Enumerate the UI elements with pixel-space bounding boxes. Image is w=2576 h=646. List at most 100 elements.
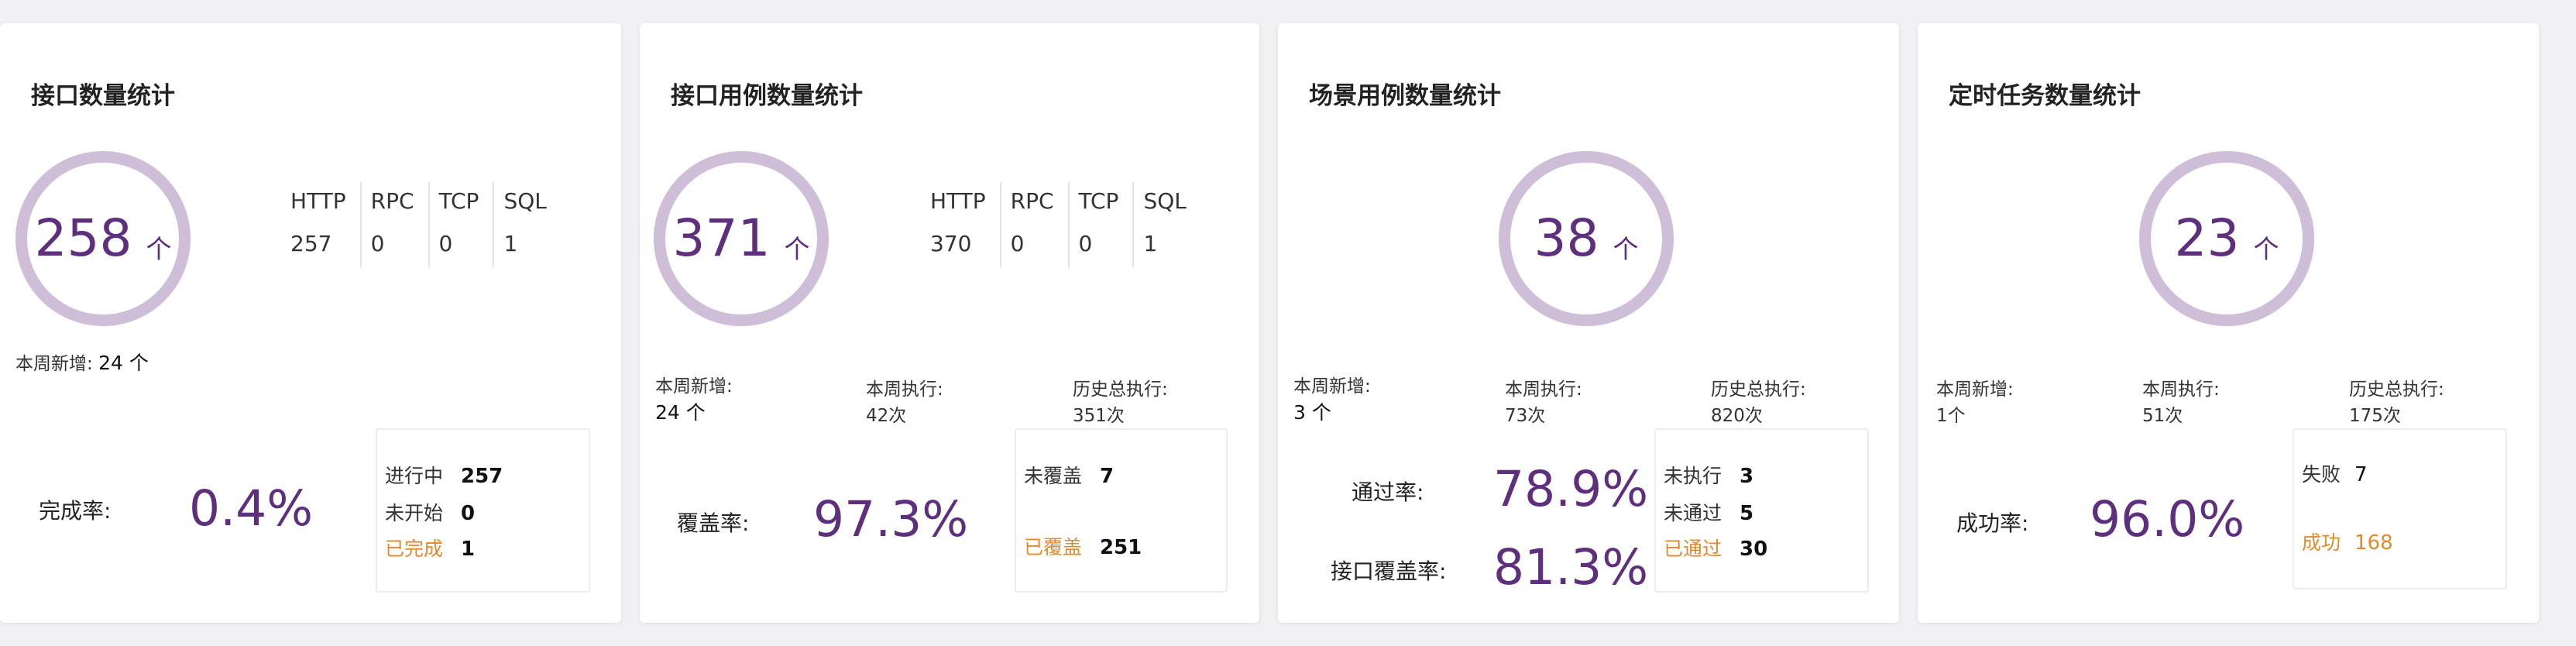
status-box: 未覆盖 7 已覆盖 251 — [1015, 428, 1228, 593]
status-label: 未执行 — [1664, 465, 1722, 487]
card-title: 接口用例数量统计 — [671, 82, 863, 110]
status-succeeded: 成功 168 — [2302, 527, 2393, 555]
count-value: 371 — [672, 208, 771, 268]
status-covered: 已覆盖 251 — [1024, 532, 1142, 560]
status-label: 已覆盖 — [1024, 536, 1083, 558]
pass-rate-label: 通过率: — [1352, 479, 1424, 505]
status-value: 7 — [1100, 465, 1115, 488]
protocol-table: HTTP RPC TCP SQL 257 0 0 1 — [290, 182, 561, 267]
protocol-sql-header: SQL — [1132, 182, 1200, 225]
history-exec-label: 历史总执行: — [1711, 380, 1806, 400]
protocol-sql-value: 1 — [1132, 225, 1200, 267]
protocol-rpc-header: RPC — [999, 182, 1069, 225]
status-failed: 失败 7 — [2302, 459, 2368, 487]
weekly-new: 本周新增: 24 个 — [655, 373, 733, 427]
protocol-rpc-header: RPC — [359, 182, 429, 225]
success-rate-value: 96.0% — [2090, 491, 2245, 548]
history-exec-value: 351次 — [1073, 406, 1125, 426]
protocol-sql-header: SQL — [493, 182, 561, 225]
status-label: 进行中 — [385, 465, 444, 487]
card-title: 场景用例数量统计 — [1309, 82, 1501, 110]
status-label: 失败 — [2302, 463, 2341, 486]
protocol-value-row: 257 0 0 1 — [290, 225, 561, 267]
success-rate-label: 成功率: — [1956, 510, 2029, 536]
weekly-new-label: 本周新增: — [1936, 380, 2014, 400]
weekly-exec-value: 42次 — [866, 406, 907, 426]
protocol-rpc-value: 0 — [999, 225, 1069, 267]
card-title: 定时任务数量统计 — [1949, 82, 2141, 110]
card-api-count: 接口数量统计 258 个 HTTP RPC TCP SQL 257 0 0 1 … — [0, 23, 621, 623]
weekly-exec-value: 73次 — [1505, 406, 1546, 426]
completion-rate-label: 完成率: — [39, 498, 112, 524]
protocol-value-row: 370 0 0 1 — [930, 225, 1200, 267]
api-coverage-rate-value: 81.3% — [1493, 539, 1649, 596]
status-in-progress: 进行中 257 — [385, 461, 503, 489]
status-label: 已完成 — [385, 538, 444, 560]
history-exec: 历史总执行: 175次 — [2349, 376, 2444, 429]
completion-rate-value: 0.4% — [189, 480, 314, 537]
card-scheduled-task-count: 定时任务数量统计 23 个 本周新增: 1个 本周执行: 51次 历史总执行: … — [1918, 23, 2539, 623]
status-box: 未执行 3 未通过 5 已通过 30 — [1654, 428, 1869, 593]
status-value: 5 — [1740, 502, 1754, 525]
protocol-tcp-value: 0 — [428, 225, 494, 267]
protocol-rpc-value: 0 — [359, 225, 429, 267]
protocol-http-value: 370 — [930, 231, 972, 256]
protocol-http-value: 257 — [290, 231, 332, 256]
protocol-http-header: HTTP — [290, 188, 346, 214]
weekly-exec: 本周执行: 73次 — [1505, 376, 1582, 429]
status-uncovered: 未覆盖 7 — [1024, 461, 1114, 489]
status-label: 成功 — [2302, 531, 2341, 554]
status-not-executed: 未执行 3 — [1664, 461, 1753, 489]
protocol-table: HTTP RPC TCP SQL 370 0 0 1 — [930, 182, 1200, 267]
weekly-new-value: 24 个 — [655, 401, 706, 424]
coverage-rate-label: 覆盖率: — [677, 510, 750, 536]
status-value: 1 — [461, 538, 476, 561]
api-coverage-rate-label: 接口覆盖率: — [1331, 558, 1447, 584]
count-unit: 个 — [1613, 234, 1639, 264]
status-value: 257 — [461, 465, 503, 488]
weekly-exec-label: 本周执行: — [866, 380, 943, 400]
history-exec-value: 175次 — [2349, 406, 2401, 426]
status-completed: 已完成 1 — [385, 534, 475, 562]
count-value: 23 — [2174, 208, 2240, 268]
coverage-rate-value: 97.3% — [813, 491, 969, 548]
count-ring: 258 个 — [15, 151, 191, 326]
protocol-http-header: HTTP — [930, 188, 986, 214]
count-unit: 个 — [146, 234, 172, 264]
status-label: 未开始 — [385, 502, 444, 524]
weekly-exec-label: 本周执行: — [1505, 380, 1582, 400]
weekly-new-value: 3 个 — [1293, 401, 1331, 424]
protocol-sql-value: 1 — [493, 225, 561, 267]
protocol-tcp-header: TCP — [1067, 182, 1134, 225]
weekly-new: 本周新增: 1个 — [1936, 376, 2014, 429]
weekly-new: 本周新增: 24 个 — [15, 350, 149, 377]
status-not-started: 未开始 0 — [385, 498, 475, 526]
protocol-header-row: HTTP RPC TCP SQL — [930, 182, 1200, 225]
weekly-exec: 本周执行: 42次 — [866, 376, 943, 429]
status-label: 未通过 — [1664, 502, 1722, 524]
protocol-tcp-value: 0 — [1067, 225, 1134, 267]
history-exec: 历史总执行: 820次 — [1711, 376, 1806, 429]
weekly-new-value: 1个 — [1936, 406, 1966, 426]
status-label: 已通过 — [1664, 538, 1722, 560]
history-exec-label: 历史总执行: — [2349, 380, 2444, 400]
status-value: 3 — [1740, 465, 1754, 488]
count-ring: 38 个 — [1499, 151, 1674, 326]
status-value: 168 — [2354, 531, 2393, 555]
protocol-tcp-header: TCP — [428, 182, 494, 225]
card-api-case-count: 接口用例数量统计 371 个 HTTP RPC TCP SQL 370 0 0 … — [640, 23, 1259, 623]
weekly-new-label: 本周新增: — [655, 376, 733, 397]
weekly-exec: 本周执行: 51次 — [2142, 376, 2220, 429]
status-failed: 未通过 5 — [1664, 498, 1753, 526]
count-unit: 个 — [2253, 234, 2279, 264]
card-title: 接口数量统计 — [31, 82, 175, 110]
count-value: 258 — [34, 208, 132, 268]
history-exec: 历史总执行: 351次 — [1073, 376, 1168, 429]
card-scenario-case-count: 场景用例数量统计 38 个 本周新增: 3 个 本周执行: 73次 历史总执行:… — [1278, 23, 1899, 623]
weekly-new: 本周新增: 3 个 — [1293, 373, 1371, 427]
pass-rate-value: 78.9% — [1493, 461, 1649, 517]
weekly-new-label: 本周新增: — [15, 354, 93, 374]
status-label: 未覆盖 — [1024, 465, 1083, 487]
count-ring: 23 个 — [2139, 151, 2314, 326]
protocol-header-row: HTTP RPC TCP SQL — [290, 182, 561, 225]
